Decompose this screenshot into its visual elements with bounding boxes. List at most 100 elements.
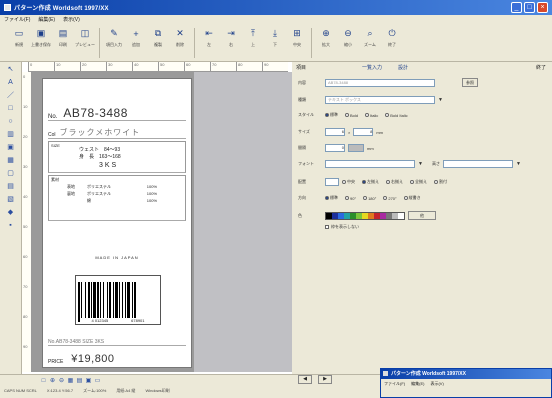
secondary-window[interactable]: パターン作成 Worldsoft 1997/XX ファイル(F) 編集(E) 表…	[380, 368, 552, 398]
size-width-input[interactable]: 6	[325, 128, 345, 136]
font-size-select[interactable]	[442, 160, 513, 168]
toolbar-button-7[interactable]: ✕ 削除	[169, 28, 191, 58]
style-option-2[interactable]: Italic	[365, 113, 378, 118]
label-barcode[interactable]: 4 012345 678901	[75, 275, 161, 325]
sub-menu-view[interactable]: 表示(V)	[430, 381, 443, 387]
toolbar-button-14[interactable]: ⊖ 縮小	[337, 28, 359, 58]
radio-button[interactable]	[362, 180, 366, 184]
label-item-number-small[interactable]: No.AB78-3488 SIZE 3KS	[48, 334, 186, 346]
next-page-button[interactable]: ▶	[318, 375, 332, 384]
kind-select[interactable]: テキスト ボックス	[325, 96, 435, 104]
minimize-button[interactable]: _	[511, 2, 522, 13]
sub-menu-edit[interactable]: 編集(E)	[411, 381, 424, 387]
no-frame-checkbox[interactable]: 枠を表示しない	[325, 224, 359, 230]
size-height-input[interactable]: 8	[353, 128, 374, 136]
dir-option-0[interactable]: 標準	[325, 195, 338, 201]
stamp-icon[interactable]: ▧	[5, 195, 17, 205]
select-icon[interactable]: □	[40, 378, 47, 385]
fill-icon[interactable]: ◆	[5, 208, 17, 218]
menu-file[interactable]: ファイル(F)	[4, 16, 30, 23]
dir-option-3[interactable]: 270°	[383, 196, 397, 201]
toolbar-button-12[interactable]: ⊞ 中央	[286, 28, 308, 58]
dir-option-4[interactable]: 縦書き	[403, 195, 421, 201]
align-option-4[interactable]: 割付	[434, 179, 447, 185]
grid-toggle-icon[interactable]: ▦	[67, 378, 74, 385]
checkbox-box[interactable]	[325, 225, 329, 229]
layer-icon[interactable]: ▤	[76, 378, 83, 385]
color-swatch[interactable]	[398, 212, 404, 219]
content-input[interactable]: AB78-3488	[325, 78, 435, 87]
toolbar-button-1[interactable]: ▣ 上書き保存	[30, 28, 52, 58]
toolbar-button-16[interactable]: ⏻ 終了	[381, 28, 403, 58]
toolbar-button-3[interactable]: ◫ プレビュー	[74, 28, 96, 58]
maximize-button[interactable]: □	[524, 2, 535, 13]
color-more-button[interactable]: 他	[408, 211, 436, 220]
toolbar-button-13[interactable]: ⊕ 拡大	[315, 28, 337, 58]
radio-button[interactable]	[410, 180, 414, 184]
toolbar-button-10[interactable]: ⤒ 上	[242, 28, 264, 58]
tag-label-design[interactable]: No. AB78-3488 Col ブラックメホワイト SIZE ウェスト 84…	[42, 78, 192, 368]
table-icon[interactable]: ▦	[5, 156, 17, 166]
label-size-box[interactable]: SIZE ウェスト 84〜93 身 長 163〜168 3KS	[48, 141, 186, 173]
props-exit-button[interactable]: 終了	[536, 64, 546, 71]
toolbar-button-11[interactable]: ⤓ 下	[264, 28, 286, 58]
align-option-2[interactable]: 右揃え	[386, 179, 403, 185]
chevron-down-icon[interactable]: ▼	[418, 161, 423, 167]
text-icon[interactable]: A	[5, 78, 17, 88]
dir-option-2[interactable]: 180°	[363, 196, 376, 201]
radio-button[interactable]	[345, 113, 349, 117]
zoom-icon[interactable]: ⊕	[49, 378, 56, 385]
spacing-stepper[interactable]	[348, 144, 364, 152]
toolbar-button-2[interactable]: ▤ 印刷	[52, 28, 74, 58]
align-option-0[interactable]: 中央	[342, 179, 355, 185]
circle-icon[interactable]: ○	[5, 117, 17, 127]
chevron-down-icon[interactable]: ▼	[516, 161, 521, 167]
menu-edit[interactable]: 編集(E)	[38, 16, 55, 23]
close-button[interactable]: ×	[537, 2, 548, 13]
grid-icon[interactable]: ▤	[5, 182, 17, 192]
label-item-number[interactable]: No. AB78-3488	[48, 105, 186, 121]
radio-button[interactable]	[385, 113, 390, 117]
color-palette[interactable]	[325, 211, 405, 220]
barcode-tool-icon[interactable]: ▥	[5, 130, 17, 140]
radio-button[interactable]	[325, 196, 329, 200]
style-option-0[interactable]: 標準	[325, 112, 338, 118]
scroll-icon[interactable]: ▭	[94, 378, 101, 385]
radio-button[interactable]	[325, 113, 329, 117]
label-made-in[interactable]: MADE IN JAPAN	[43, 255, 191, 260]
line-icon[interactable]: ／	[5, 91, 17, 101]
secondary-window-title[interactable]: パターン作成 Worldsoft 1997/XX	[381, 369, 551, 379]
radio-button[interactable]	[365, 113, 370, 117]
radio-button[interactable]	[383, 196, 388, 200]
dir-option-1[interactable]: 90°	[345, 196, 356, 201]
rectangle-icon[interactable]: □	[5, 104, 17, 114]
toolbar-button-6[interactable]: ⧉ 複製	[147, 28, 169, 58]
lock-icon[interactable]: ▣	[85, 378, 92, 385]
toolbar-button-8[interactable]: ⇤ 左	[198, 28, 220, 58]
spacing-input[interactable]: 0	[325, 144, 345, 152]
label-price[interactable]: PRICE ¥19,800	[48, 349, 186, 365]
label-color[interactable]: Col ブラックメホワイト	[48, 125, 186, 139]
menu-view[interactable]: 表示(V)	[63, 16, 80, 23]
toolbar-button-4[interactable]: ✎ 項目入力	[103, 28, 125, 58]
pointer-icon[interactable]: ↖	[5, 65, 17, 75]
align-input[interactable]	[325, 178, 339, 186]
radio-button[interactable]	[403, 196, 408, 200]
toolbar-button-5[interactable]: + 追加	[125, 28, 147, 58]
toolbar-button-15[interactable]: ⌕ ズーム	[359, 28, 381, 58]
toolbar-button-0[interactable]: ▭ 新規	[8, 28, 30, 58]
font-select[interactable]	[325, 160, 415, 168]
radio-button[interactable]	[342, 180, 346, 184]
zoom-tool-icon[interactable]: ▪	[5, 221, 17, 231]
prev-page-button[interactable]: ◀	[298, 375, 312, 384]
align-option-1[interactable]: 左揃え	[362, 179, 379, 185]
align-option-3[interactable]: 全揃え	[410, 179, 427, 185]
label-fiber-box[interactable]: 素材 表地 ポリエステル 100% 裏地 ポリエステル 100% 綿 100%	[48, 175, 186, 221]
frame-icon[interactable]: ▢	[5, 169, 17, 179]
radio-button[interactable]	[434, 180, 438, 184]
style-option-1[interactable]: Bold	[345, 113, 358, 118]
toolbar-button-9[interactable]: ⇥ 右	[220, 28, 242, 58]
style-option-3[interactable]: Bold Italic	[385, 113, 408, 118]
image-icon[interactable]: ▣	[5, 143, 17, 153]
radio-button[interactable]	[363, 196, 368, 200]
